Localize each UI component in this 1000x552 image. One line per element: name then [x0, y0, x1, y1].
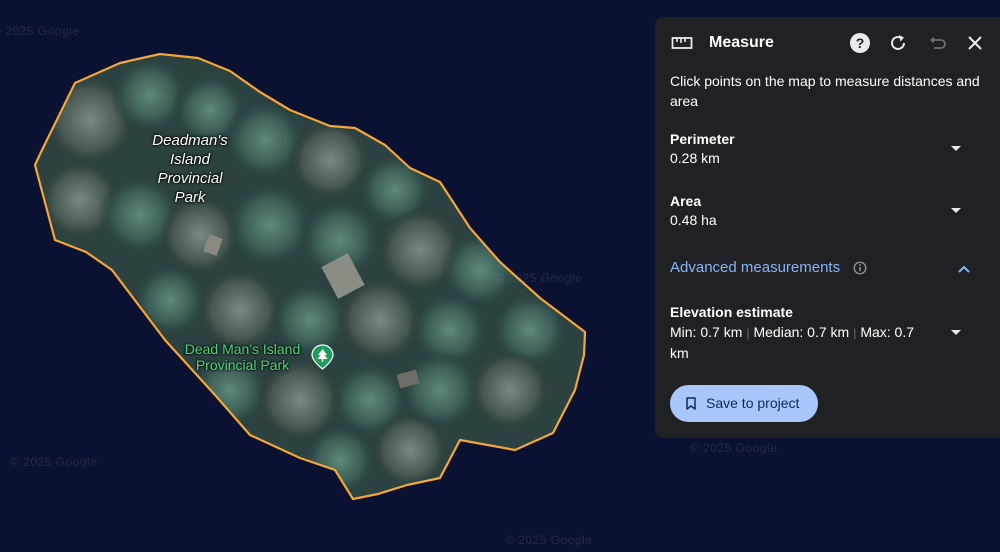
map-watermark: © 2025 Google [690, 441, 778, 455]
park-pin-icon[interactable] [311, 344, 334, 370]
island-name-label: Deadman's Island Provincial Park [152, 132, 228, 206]
advanced-measurements-label: Advanced measurements [670, 259, 841, 276]
perimeter-label: Perimeter [670, 131, 735, 147]
help-button[interactable]: ? [848, 31, 872, 55]
elevation-label: Elevation estimate [670, 304, 793, 320]
area-value: 0.48 ha [670, 212, 717, 228]
info-icon[interactable] [853, 261, 867, 275]
elevation-values: Min: 0.7 km | Median: 0.7 km | Max: 0.7 km [670, 322, 920, 363]
elevation-max-unit: km [670, 345, 689, 361]
chevron-up-icon[interactable] [957, 264, 971, 274]
ruler-icon [671, 37, 693, 49]
refresh-icon [891, 35, 905, 50]
bookmark-icon [686, 397, 696, 410]
instructions-text: Click points on the map to measure dista… [670, 73, 980, 109]
map-watermark: © 2025 Google [505, 533, 593, 547]
measure-panel: Measure ? Click points on the map to mea… [655, 17, 1000, 438]
perimeter-chevron-down-icon[interactable] [949, 143, 963, 153]
save-to-project-button[interactable]: Save to project [670, 385, 818, 422]
elevation-chevron-down-icon[interactable] [949, 327, 963, 337]
perimeter-value: 0.28 km [670, 150, 720, 166]
separator: | [746, 326, 750, 340]
advanced-measurements-toggle[interactable]: Advanced measurements [670, 257, 985, 281]
area-chevron-down-icon[interactable] [949, 205, 963, 215]
undo-button[interactable] [925, 31, 949, 55]
map-watermark: © 2025 Google [0, 24, 80, 38]
svg-text:?: ? [856, 35, 865, 51]
undo-icon [930, 36, 946, 49]
area-label: Area [670, 193, 702, 209]
elevation-median: Median: 0.7 km [753, 324, 850, 340]
poi-label[interactable]: Dead Man's Island Provincial Park [170, 341, 315, 373]
elevation-min: Min: 0.7 km [670, 324, 743, 340]
separator: | [853, 326, 857, 340]
close-icon [968, 36, 982, 50]
elevation-max: Max: 0.7 [860, 324, 915, 340]
map-watermark: © 2025 Google [10, 455, 98, 469]
map-watermark: © 2025 Google [495, 271, 583, 285]
panel-header: Measure ? [655, 17, 1000, 69]
reset-button[interactable] [886, 31, 910, 55]
save-to-project-label: Save to project [706, 395, 800, 411]
help-icon: ? [850, 33, 870, 53]
panel-title: Measure [709, 34, 774, 51]
close-button[interactable] [963, 31, 987, 55]
